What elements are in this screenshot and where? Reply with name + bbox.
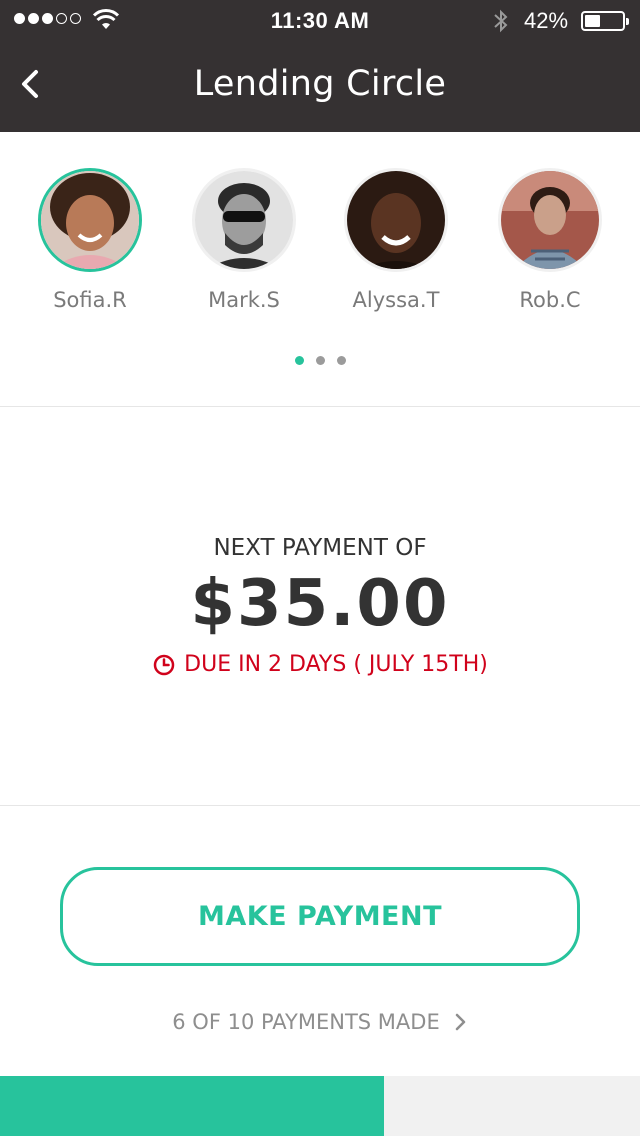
payments-progress-bar: [0, 1076, 640, 1136]
avatar: [498, 168, 602, 272]
make-payment-button[interactable]: MAKE PAYMENT: [60, 867, 580, 966]
payments-progress-text: 6 OF 10 PAYMENTS MADE: [172, 1010, 440, 1034]
members-carousel[interactable]: Sofia.R Mark.S Alyssa.T Rob.C: [0, 132, 640, 407]
member-rob[interactable]: Rob.C: [490, 168, 610, 312]
avatar: [192, 168, 296, 272]
battery-percent: 42%: [524, 8, 569, 33]
member-name: Sofia.R: [53, 288, 127, 312]
status-bar: 11:30 AM 42%: [0, 0, 640, 40]
pager-dot[interactable]: [336, 356, 346, 365]
chevron-right-icon: [455, 1013, 465, 1031]
member-alyssa[interactable]: Alyssa.T: [336, 168, 456, 312]
avatar: [38, 168, 142, 272]
clock-icon: [153, 654, 175, 675]
member-mark[interactable]: Mark.S: [184, 168, 304, 312]
due-date: DUE IN 2 DAYS ( JULY 15TH): [0, 652, 640, 677]
battery-icon: [581, 11, 629, 31]
header: 11:30 AM 42% Lending Circle: [0, 0, 640, 132]
payments-progress-link[interactable]: 6 OF 10 PAYMENTS MADE: [0, 1010, 640, 1034]
due-text: DUE IN 2 DAYS ( JULY 15TH): [184, 652, 488, 677]
bluetooth-icon: [492, 8, 510, 39]
avatar: [344, 168, 448, 272]
pager-dot[interactable]: [294, 356, 304, 365]
member-sofia[interactable]: Sofia.R: [30, 168, 150, 312]
progress-fill: [0, 1076, 384, 1136]
page-title: Lending Circle: [193, 64, 447, 104]
member-name: Rob.C: [519, 288, 581, 312]
next-payment-label: NEXT PAYMENT OF: [213, 535, 427, 561]
payment-amount: $35.00: [190, 567, 450, 641]
carousel-pager[interactable]: [0, 356, 640, 365]
member-name: Mark.S: [208, 288, 280, 312]
pager-dot[interactable]: [315, 356, 325, 365]
payment-summary: NEXT PAYMENT OF $35.00 DUE IN 2 DAYS ( J…: [0, 407, 640, 806]
member-name: Alyssa.T: [352, 288, 440, 312]
